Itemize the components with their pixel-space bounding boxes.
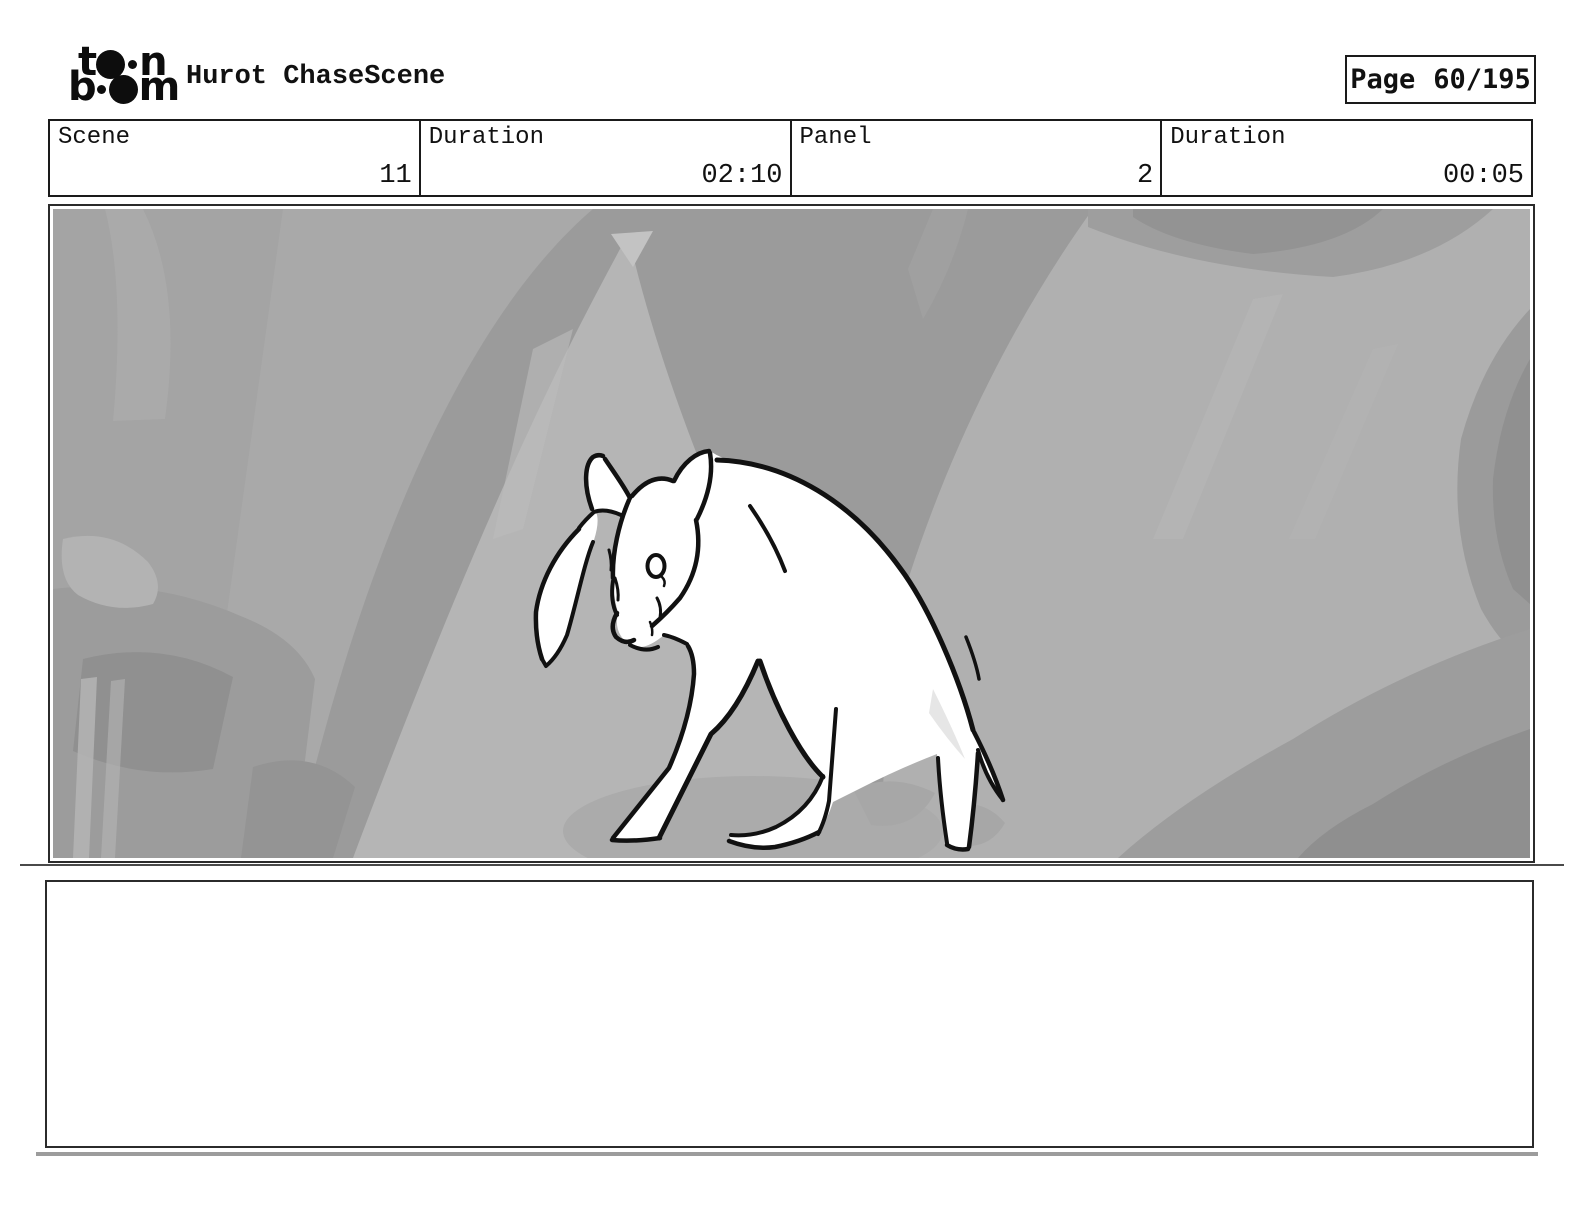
caption-box-shadow	[36, 1152, 1538, 1156]
page-value: 60/195	[1433, 64, 1531, 95]
scene-duration-label: Duration	[428, 124, 544, 151]
project-title: Hurot ChaseScene	[186, 62, 446, 92]
logo-row-2: b m	[68, 63, 198, 110]
panel-duration-value: 00:05	[1442, 161, 1524, 191]
logo-letter-b: b	[68, 63, 97, 110]
info-cell-panel: Panel 2	[792, 121, 1163, 195]
logo-letter-m: m	[138, 63, 181, 110]
info-cell-scene-duration: Duration 02:10	[421, 121, 792, 195]
logo-small-dot-icon	[96, 85, 106, 94]
logo-small-dot-icon	[128, 60, 138, 69]
info-bar: Scene 11 Duration 02:10 Panel 2 Duration…	[48, 119, 1533, 197]
panel-value: 2	[1137, 161, 1154, 191]
scene-duration-value: 02:10	[701, 161, 783, 191]
logo-big-dot-icon	[108, 75, 138, 104]
info-cell-scene: Scene 11	[50, 121, 421, 195]
panel-caption-divider	[20, 864, 1564, 866]
panel-duration-label: Duration	[1170, 124, 1286, 151]
toonboom-logo: t n b m	[68, 42, 198, 110]
caption-box	[45, 880, 1534, 1148]
scene-label: Scene	[58, 124, 131, 151]
storyboard-page: t n b m Hurot ChaseScene Page 60/195 Sce…	[0, 0, 1584, 1224]
panel-label: Panel	[799, 124, 872, 151]
storyboard-drawing	[53, 209, 1530, 858]
storyboard-panel-frame	[48, 204, 1535, 863]
info-cell-panel-duration: Duration 00:05	[1162, 121, 1531, 195]
page-label: Page	[1350, 64, 1416, 95]
scene-value: 11	[379, 161, 412, 191]
page-counter: Page 60/195	[1345, 55, 1536, 104]
